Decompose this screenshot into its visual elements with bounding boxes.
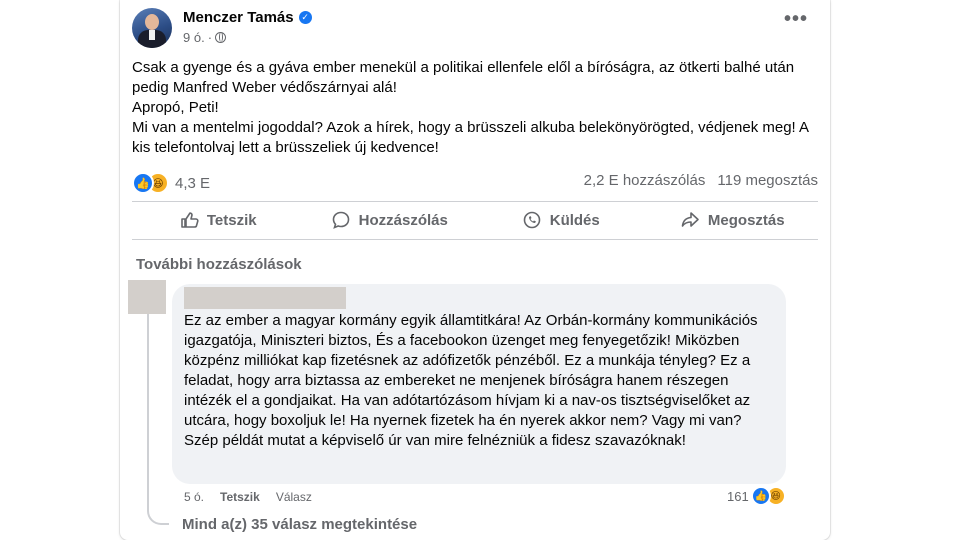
post-paragraph: Csak a gyenge és a gyáva ember menekül a… [132, 59, 795, 96]
comment-reactions[interactable]: 161 👍 😆 [727, 486, 786, 506]
comment-reply-button[interactable]: Válasz [276, 490, 312, 504]
comment-count[interactable]: 2,2 E hozzászólás [584, 172, 706, 189]
action-bar: Tetszik Hozzászólás Küldés Megosztás [132, 204, 818, 236]
post-card: Menczer Tamás ✓ 9 ó. · ••• Csak a gyenge… [120, 0, 830, 540]
more-options-icon[interactable]: ••• [784, 9, 808, 29]
whatsapp-icon [523, 211, 541, 229]
reaction-summary[interactable]: 👍 😆 4,3 E [132, 172, 210, 194]
comment-like-button[interactable]: Tetszik [220, 490, 260, 504]
reaction-count[interactable]: 4,3 E [175, 175, 210, 192]
like-button[interactable]: Tetszik [132, 204, 304, 236]
verified-badge-icon: ✓ [298, 11, 312, 24]
view-replies-link[interactable]: Mind a(z) 35 válasz megtekintése [182, 516, 417, 533]
post-text: Csak a gyenge és a gyáva ember menekül a… [132, 58, 822, 158]
like-icon: 👍 [132, 172, 154, 194]
thread-line [147, 314, 149, 504]
send-button[interactable]: Küldés [475, 204, 647, 236]
comment-meta: 5 ó. Tetszik Válasz [184, 490, 312, 504]
commenter-name-redacted[interactable] [184, 287, 346, 309]
comment-button-label: Hozzászólás [358, 211, 448, 229]
comment-reaction-count: 161 [727, 488, 749, 504]
commenter-avatar[interactable] [128, 280, 166, 314]
author-name[interactable]: Menczer Tamás ✓ [183, 9, 312, 26]
comment-button[interactable]: Hozzászólás [304, 204, 476, 236]
divider [132, 201, 818, 202]
meta-separator: · [207, 30, 213, 45]
author-avatar[interactable] [132, 8, 172, 48]
comment-text: Ez az ember a magyar kormány egyik állam… [184, 312, 758, 449]
divider [132, 239, 818, 240]
post-paragraph: Apropó, Peti! [132, 99, 219, 116]
comment-icon [332, 211, 349, 229]
like-icon: 👍 [750, 486, 771, 506]
comment-bubble: Ez az ember a magyar kormány egyik állam… [172, 284, 786, 484]
like-button-label: Tetszik [206, 211, 257, 229]
share-icon [681, 212, 699, 227]
post-meta: 9 ó. · [183, 30, 227, 45]
thumbs-up-icon [181, 212, 199, 228]
share-count[interactable]: 119 megosztás [717, 172, 818, 189]
comment-time[interactable]: 5 ó. [184, 490, 204, 504]
thread-curve [147, 503, 169, 525]
post-time[interactable]: 9 ó. [183, 30, 205, 45]
post-paragraph: Mi van a mentelmi jogoddal? Azok a hírek… [132, 119, 809, 156]
share-button-label: Megosztás [707, 211, 785, 229]
author-name-label[interactable]: Menczer Tamás [183, 9, 294, 26]
share-button[interactable]: Megosztás [647, 204, 819, 236]
send-button-label: Küldés [549, 211, 600, 229]
post-stats: 2,2 E hozzászólás 119 megosztás [584, 172, 818, 189]
more-comments-link[interactable]: További hozzászólások [136, 256, 302, 273]
globe-icon [215, 32, 227, 43]
